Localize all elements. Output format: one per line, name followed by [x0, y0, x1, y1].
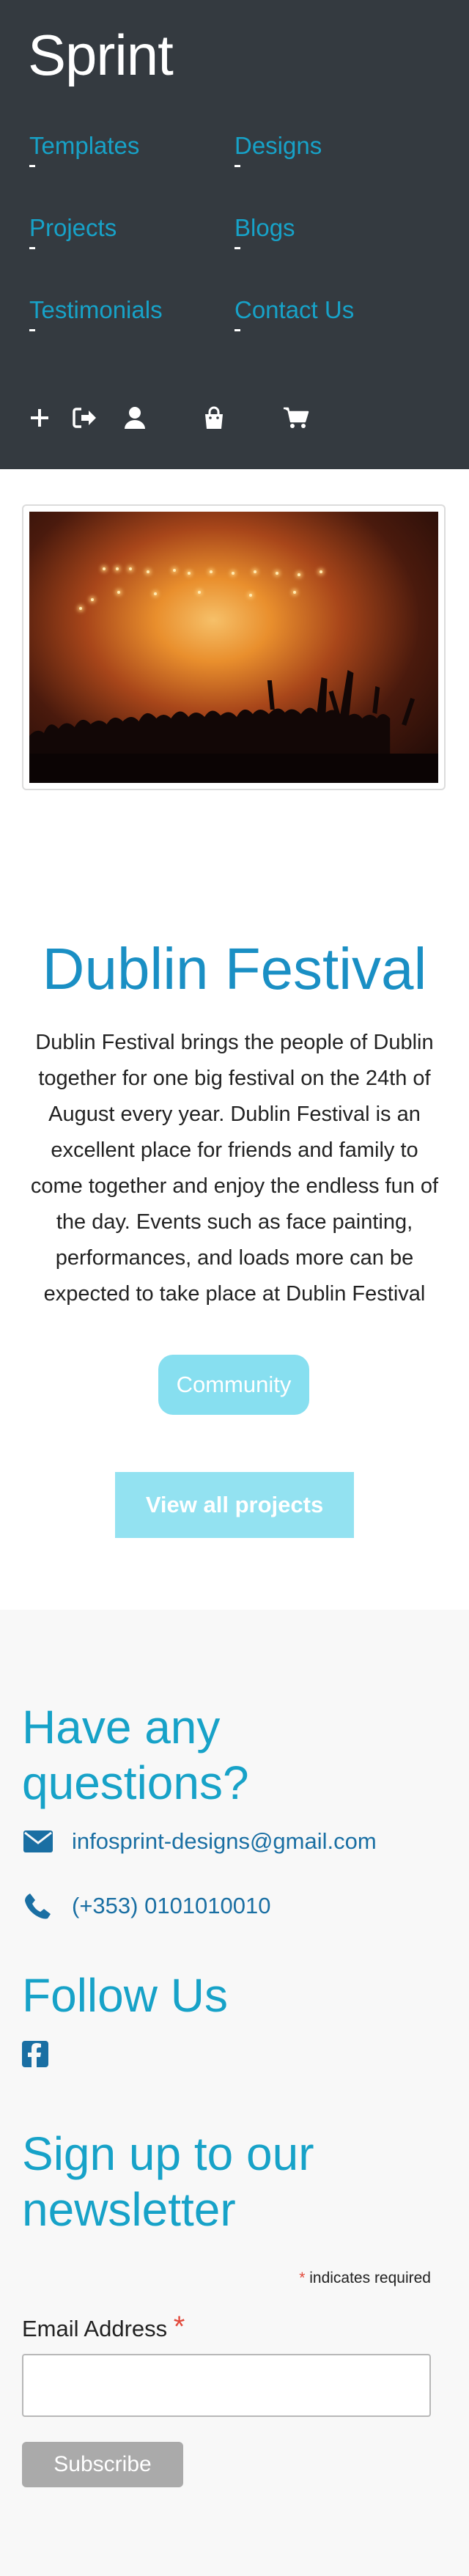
required-note: * indicates required — [299, 2270, 431, 2287]
nav-dash — [234, 329, 240, 331]
nav-dash — [234, 165, 240, 167]
shopping-cart-icon[interactable] — [281, 403, 311, 433]
nav-designs-label: Designs — [234, 132, 322, 159]
email-contact[interactable]: infosprint-designs@gmail.com — [22, 1825, 377, 1858]
phone-icon — [22, 1890, 54, 1922]
sign-in-icon[interactable] — [70, 403, 100, 433]
crowd-silhouette — [29, 670, 438, 783]
facebook-icon[interactable] — [22, 2041, 48, 2067]
envelope-icon — [22, 1825, 54, 1858]
email-address-label-text: Email Address — [22, 2316, 168, 2341]
email-link[interactable]: infosprint-designs@gmail.com — [72, 1828, 377, 1855]
phone-link[interactable]: (+353) 0101010010 — [72, 1893, 271, 1919]
nav-projects-label: Projects — [29, 214, 117, 241]
concert-photo — [29, 512, 438, 783]
subscribe-button[interactable]: Subscribe — [22, 2442, 183, 2487]
plus-icon[interactable] — [25, 403, 54, 433]
nav-contact-us[interactable]: Contact Us — [234, 298, 354, 331]
nav-dash — [29, 165, 35, 167]
nav-blogs-label: Blogs — [234, 214, 295, 241]
header-icon-row — [0, 403, 469, 440]
phone-contact[interactable]: (+353) 0101010010 — [22, 1890, 271, 1922]
questions-heading: Have any questions? — [22, 1701, 249, 1809]
user-icon[interactable] — [120, 403, 149, 433]
nav-projects[interactable]: Projects — [29, 216, 117, 249]
project-title: Dublin Festival — [42, 936, 427, 1001]
hero-image-frame — [22, 504, 446, 790]
newsletter-email-input[interactable] — [22, 2354, 431, 2417]
nav-templates[interactable]: Templates — [29, 133, 139, 167]
brand-logo[interactable]: Sprint — [28, 26, 174, 84]
project-description: Dublin Festival brings the people of Dub… — [30, 1031, 439, 1306]
community-tag-button[interactable]: Community — [158, 1355, 309, 1415]
view-all-projects-button[interactable]: View all projects — [115, 1472, 354, 1538]
follow-heading: Follow Us — [22, 1969, 228, 2022]
nav-templates-label: Templates — [29, 132, 140, 159]
nav-designs[interactable]: Designs — [234, 133, 322, 167]
nav-testimonials[interactable]: Testimonials — [29, 298, 163, 331]
nav-blogs[interactable]: Blogs — [234, 216, 295, 249]
newsletter-heading: Sign up to our newsletter — [22, 2127, 314, 2236]
required-note-text: indicates required — [305, 2270, 431, 2286]
nav-contact-us-label: Contact Us — [234, 296, 355, 323]
nav-dash — [234, 247, 240, 249]
nav-dash — [29, 329, 35, 331]
shopping-bag-icon[interactable] — [199, 403, 229, 433]
site-header: Sprint Templates Designs Projects Blogs … — [0, 0, 469, 469]
nav-dash — [29, 247, 35, 249]
email-address-label: Email Address * — [22, 2311, 185, 2344]
email-required-star: * — [173, 2311, 185, 2343]
nav-testimonials-label: Testimonials — [29, 296, 163, 323]
